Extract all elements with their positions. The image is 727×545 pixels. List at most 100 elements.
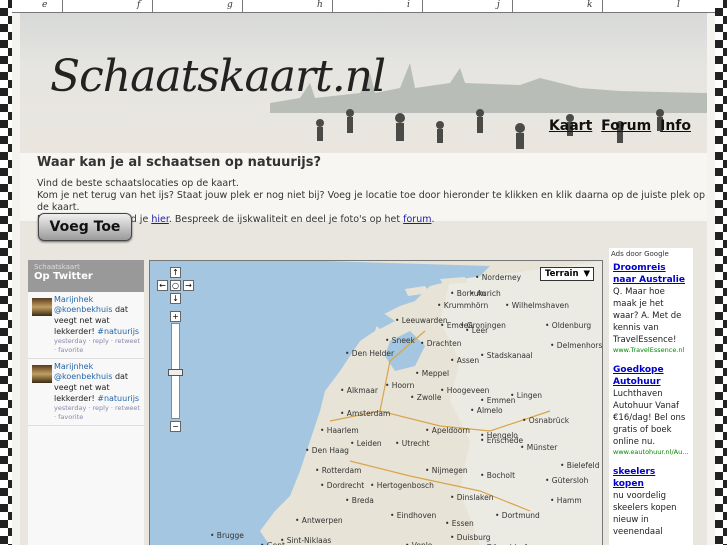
pan-left-icon[interactable]: ← bbox=[157, 280, 168, 291]
add-location-button[interactable]: Voeg Toe bbox=[38, 213, 132, 241]
nav-kaart-link[interactable]: Kaart bbox=[549, 118, 592, 134]
tweet-mention[interactable]: @koenbekhuis bbox=[54, 372, 112, 381]
forum-link[interactable]: forum bbox=[403, 214, 431, 225]
page: Schaatskaart.nl Kaart Forum Info Waar ka… bbox=[20, 13, 707, 545]
map-place-label: • Almelo bbox=[470, 406, 503, 415]
zoom-in-icon[interactable]: + bbox=[170, 311, 181, 322]
twitter-title: Op Twitter bbox=[34, 271, 93, 282]
map-place-label: • Dortmund bbox=[495, 511, 540, 520]
tweet-text: @koenbekhuis dat veegt net wat lekkerder… bbox=[54, 371, 140, 404]
intro-line-2: Kom je net terug van het ijs? Staat jouw… bbox=[37, 190, 705, 213]
page-heading: Waar kan je al schaatsen op natuurijs? bbox=[37, 155, 322, 170]
twitter-sub: Schaatskaart bbox=[34, 263, 80, 271]
tweet-user[interactable]: Marijnhek bbox=[54, 362, 140, 371]
map-place-label: • Wilhelmshaven bbox=[505, 301, 570, 310]
map-place-label: • Münster bbox=[520, 443, 558, 452]
ruler-letter: f bbox=[137, 0, 141, 10]
intro-line-1: Vind de beste schaatslocaties op de kaar… bbox=[37, 178, 239, 189]
tweet-hashtag[interactable]: #natuurijs bbox=[97, 394, 139, 403]
ad-description: Luchthaven Autohuur Vanaf €16/dag! Bel o… bbox=[613, 389, 686, 447]
map-place-label: • Bielefeld bbox=[560, 461, 600, 470]
map-place-label: • Breda bbox=[345, 496, 374, 505]
tweet: Marijnhek @koenbekhuis dat veegt net wat… bbox=[28, 292, 144, 359]
ad-description: Q. Maar hoe maak je het waar? A. Met de … bbox=[613, 287, 682, 345]
avatar[interactable] bbox=[32, 365, 52, 383]
chevron-down-icon: ▼ bbox=[583, 269, 591, 279]
ruler-letter: h bbox=[317, 0, 323, 10]
ruler-letter: k bbox=[587, 0, 593, 10]
map-place-label: • Venlo bbox=[405, 541, 432, 545]
map-type-label: Terrain bbox=[545, 269, 579, 279]
instructions-link[interactable]: hier bbox=[151, 214, 169, 225]
map-place-label: • Dordrecht bbox=[320, 481, 365, 490]
map-view[interactable]: • Norderney • Borkum • Krummhörn • Wilhelms… bbox=[149, 260, 603, 545]
main-nav: Kaart Forum Info bbox=[545, 118, 691, 134]
tweet-actions[interactable]: yesterday · reply · retweet · favorite bbox=[54, 404, 140, 422]
nav-info-link[interactable]: Info bbox=[660, 118, 691, 134]
ad-description: nu voordelig skeelers kopen nieuw in vee… bbox=[613, 491, 677, 537]
map-place-label: • Gütersloh bbox=[545, 476, 589, 485]
map-place-label: • Haarlem bbox=[320, 426, 359, 435]
header-banner: Schaatskaart.nl Kaart Forum Info bbox=[20, 13, 707, 153]
site-logo[interactable]: Schaatskaart.nl bbox=[50, 51, 386, 102]
tweet: Marijnhek @koenbekhuis dat veegt net wat… bbox=[28, 359, 144, 426]
ruler-letter: i bbox=[407, 0, 410, 10]
map-place-label: • Alkmaar bbox=[340, 386, 378, 395]
map-place-label: • Den Helder bbox=[345, 349, 395, 358]
ruler-letter: l bbox=[677, 0, 680, 10]
pan-center-icon[interactable]: ○ bbox=[170, 280, 181, 291]
zoom-handle[interactable] bbox=[168, 369, 183, 376]
map-place-label: • Essen bbox=[445, 519, 474, 528]
intro-line-3-end: . bbox=[431, 214, 435, 225]
intro-section: Waar kan je al schaatsen op natuurijs? V… bbox=[20, 153, 707, 225]
map-place-label: • Sint-Niklaas bbox=[280, 536, 332, 545]
ad-url[interactable]: www.eautohuur.nl/Au... bbox=[613, 448, 689, 456]
map-place-label: • Drachten bbox=[420, 339, 462, 348]
map-place-label: • Antwerpen bbox=[295, 516, 343, 525]
map-place-label: • Nijmegen bbox=[425, 466, 468, 475]
map-place-label: • Hamm bbox=[550, 496, 582, 505]
twitter-widget: Schaatskaart Op Twitter Marijnhek @koenb… bbox=[28, 260, 144, 545]
map-place-label: • Hoorn bbox=[385, 381, 415, 390]
map-place-label: • Eindhoven bbox=[390, 511, 437, 520]
intro-line-3-mid: . Bespreek de ijskwaliteit en deel je fo… bbox=[168, 214, 404, 225]
ad-title[interactable]: Goedkope Autohuur bbox=[613, 364, 689, 388]
map-place-label: • Assen bbox=[450, 356, 480, 365]
map-place-label: • Emmen bbox=[480, 396, 516, 405]
map-place-label: • Hertogenbosch bbox=[370, 481, 434, 490]
tweet-mention[interactable]: @koenbekhuis bbox=[54, 305, 112, 314]
checker-border-right bbox=[715, 0, 727, 545]
zoom-out-icon[interactable]: − bbox=[170, 421, 181, 432]
ad-title[interactable]: skeelers kopen bbox=[613, 466, 689, 490]
map-place-label: • Krummhörn bbox=[437, 301, 489, 310]
map-place-label: • Dinslaken bbox=[450, 493, 494, 502]
map-place-label: • Rotterdam bbox=[315, 466, 362, 475]
ad-url[interactable]: www.TravelEssence.nl bbox=[613, 346, 689, 354]
map-place-label: • Utrecht bbox=[395, 439, 430, 448]
ruler-letter: e bbox=[42, 0, 48, 10]
ad-item: Droomreis naar Australie Q. Maar hoe maa… bbox=[609, 262, 693, 358]
map-place-label: • Leiden bbox=[350, 439, 382, 448]
map-place-label: • Leeuwarden bbox=[395, 316, 448, 325]
ad-title[interactable]: Droomreis naar Australie bbox=[613, 262, 689, 286]
map-place-label: • Zwolle bbox=[410, 393, 442, 402]
ads-by-label[interactable]: Ads door Google bbox=[609, 248, 693, 262]
tweet-actions[interactable]: yesterday · reply · retweet · favorite bbox=[54, 337, 140, 355]
map-place-label: • Groningen bbox=[460, 321, 506, 330]
twitter-header: Schaatskaart Op Twitter bbox=[28, 260, 144, 292]
map-place-label: • Meppel bbox=[415, 369, 450, 378]
map-place-label: • Enschede bbox=[480, 436, 524, 445]
tweet-text: @koenbekhuis dat veegt net wat lekkerder… bbox=[54, 304, 140, 337]
avatar[interactable] bbox=[32, 298, 52, 316]
tweet-user[interactable]: Marijnhek bbox=[54, 295, 140, 304]
pan-right-icon[interactable]: → bbox=[183, 280, 194, 291]
pan-up-icon[interactable]: ↑ bbox=[170, 267, 181, 278]
map-type-select[interactable]: Terrain ▼ bbox=[540, 267, 594, 281]
tweet-hashtag[interactable]: #natuurijs bbox=[97, 327, 139, 336]
nav-forum-link[interactable]: Forum bbox=[601, 118, 651, 134]
pan-down-icon[interactable]: ↓ bbox=[170, 293, 181, 304]
map-place-label: • Hoogeveen bbox=[440, 386, 490, 395]
map-place-label: • Apeldoorn bbox=[425, 426, 471, 435]
map-place-label: • Osnabrück bbox=[522, 416, 570, 425]
google-ads: Ads door Google Droomreis naar Australie… bbox=[609, 248, 693, 545]
